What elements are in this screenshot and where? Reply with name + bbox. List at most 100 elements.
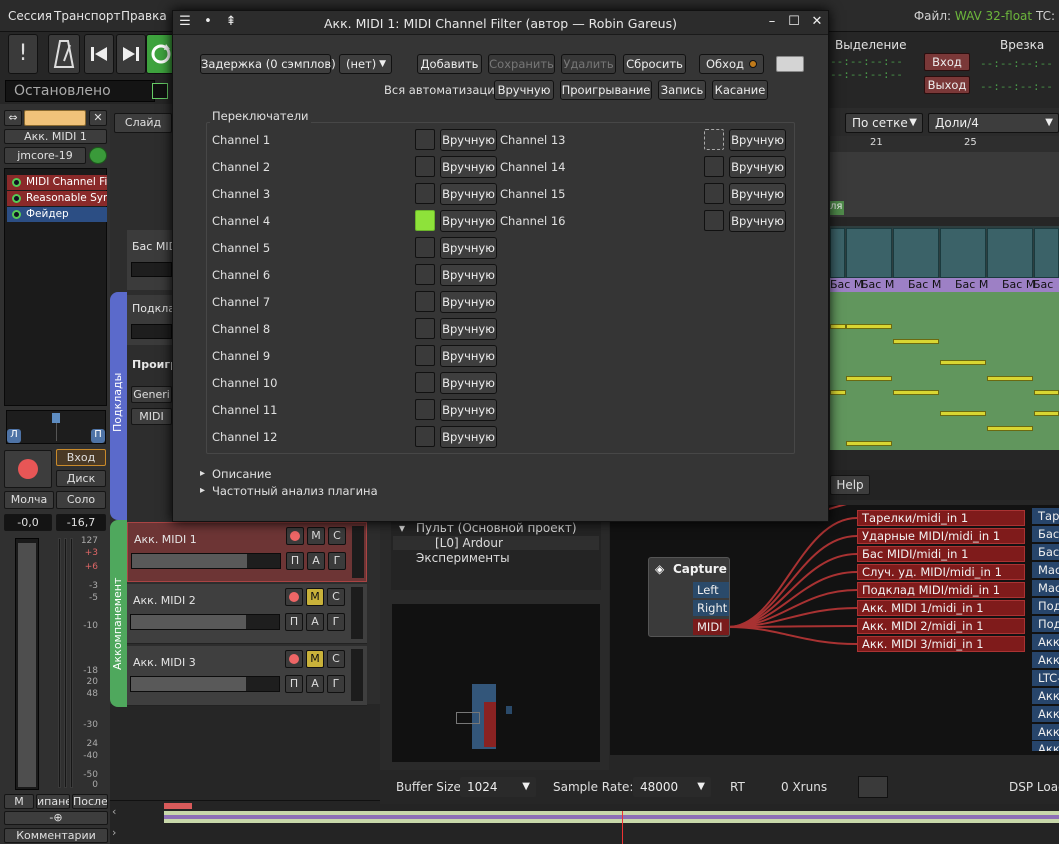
- pan-position-marker[interactable]: [52, 413, 60, 423]
- capture-node[interactable]: ◈ Capture Left Right MIDI: [648, 557, 730, 637]
- group-button[interactable]: Г: [327, 613, 345, 631]
- port-pads-midi-in[interactable]: Подклад MIDI/midi_in 1: [857, 582, 1025, 598]
- latency-button[interactable]: Задержка (0 сэмплов): [200, 54, 336, 74]
- channel-11-auto[interactable]: Вручную: [440, 399, 497, 421]
- overview-viewport[interactable]: [456, 712, 480, 724]
- port-akk-midi-3-in[interactable]: Акк. MIDI 3/midi_in 1: [857, 636, 1025, 652]
- gain-fader[interactable]: [15, 538, 39, 790]
- channel-9-toggle[interactable]: [415, 345, 435, 366]
- tree-root[interactable]: Пульт (Основной проект): [416, 521, 577, 535]
- group-tab-pads[interactable]: Подклады: [110, 292, 127, 520]
- width-toggle-button[interactable]: ⇔: [4, 110, 22, 126]
- preset-add-button[interactable]: Добавить: [417, 54, 482, 74]
- peak-display[interactable]: -16,7: [56, 514, 106, 531]
- strip-track-name[interactable]: Акк. MIDI 1: [4, 129, 107, 144]
- tree-experiments[interactable]: Эксперименты: [416, 551, 510, 565]
- preset-delete-button[interactable]: Удалить: [561, 54, 616, 74]
- goto-end-button[interactable]: [116, 34, 146, 74]
- menu-session[interactable]: Сессия: [8, 9, 52, 23]
- channel-12-auto[interactable]: Вручную: [440, 426, 497, 448]
- midi-note[interactable]: [846, 376, 892, 381]
- channel-8-auto[interactable]: Вручную: [440, 318, 497, 340]
- expander-arrow-icon[interactable]: ▸: [200, 468, 205, 479]
- channel-8-toggle[interactable]: [415, 318, 435, 339]
- buffer-size-select[interactable]: 1024 ▼: [460, 777, 536, 797]
- channel-2-auto[interactable]: Вручную: [440, 156, 497, 178]
- menu-edit[interactable]: Правка: [121, 9, 167, 23]
- goto-start-button[interactable]: [84, 34, 114, 74]
- channel-14-toggle[interactable]: [704, 156, 724, 177]
- status-led[interactable]: [152, 83, 168, 99]
- post-button[interactable]: После: [72, 794, 108, 809]
- audio-region[interactable]: [940, 228, 986, 278]
- group-button[interactable]: Г: [327, 675, 345, 693]
- punch-in-button[interactable]: Вход: [924, 53, 970, 71]
- mute-button[interactable]: M: [306, 588, 324, 606]
- rec-arm-button[interactable]: [285, 650, 303, 668]
- channel-3-toggle[interactable]: [415, 183, 435, 204]
- grid-type-select[interactable]: Доли/4 ▼: [928, 113, 1059, 133]
- track-fader[interactable]: [130, 676, 280, 692]
- playlist-button[interactable]: П: [285, 675, 303, 693]
- solo-button[interactable]: Соло: [56, 491, 106, 509]
- channel-1-toggle[interactable]: [415, 129, 435, 150]
- auto-manual-button[interactable]: Вручную: [494, 80, 554, 100]
- midi-note[interactable]: [830, 324, 846, 329]
- channel-5-auto[interactable]: Вручную: [440, 237, 497, 259]
- metronome-button[interactable]: [48, 34, 80, 74]
- channel-11-toggle[interactable]: [415, 399, 435, 420]
- preset-select[interactable]: (нет) ▼: [339, 54, 392, 74]
- channel-9-auto[interactable]: Вручную: [440, 345, 497, 367]
- channel-3-auto[interactable]: Вручную: [440, 183, 497, 205]
- track-header-akk-midi-3[interactable]: Акк. MIDI 3 M С П А Г: [127, 646, 367, 706]
- track-fader[interactable]: [130, 614, 280, 630]
- port-right-10[interactable]: Акк: [1032, 688, 1059, 704]
- channel-7-toggle[interactable]: [415, 291, 435, 312]
- midi-note[interactable]: [987, 376, 1033, 381]
- port-right-5[interactable]: Под: [1032, 598, 1059, 614]
- tree-child[interactable]: [L0] Ardour: [435, 536, 503, 550]
- graph-overview[interactable]: [392, 604, 600, 762]
- plugin-fader[interactable]: Фейдер: [7, 207, 107, 222]
- port-akk-midi-1-in[interactable]: Акк. MIDI 1/midi_in 1: [857, 600, 1025, 616]
- group-tab-accompaniment[interactable]: Аккомпанемент: [110, 520, 127, 707]
- channel-16-toggle[interactable]: [704, 210, 724, 231]
- preset-reset-button[interactable]: Сбросить: [623, 54, 686, 74]
- keyboard-focus-icon[interactable]: [776, 56, 804, 72]
- description-expander[interactable]: Описание: [212, 467, 271, 481]
- port-right-13[interactable]: Акк: [1032, 741, 1059, 751]
- auto-play-button[interactable]: Проигрывание: [560, 80, 652, 100]
- rec-arm-button[interactable]: [285, 588, 303, 606]
- maximize-icon[interactable]: ☐: [786, 14, 802, 30]
- channel-13-toggle[interactable]: [704, 129, 724, 150]
- port-right-7[interactable]: Акк: [1032, 634, 1059, 650]
- audio-region[interactable]: [1034, 228, 1059, 278]
- midi-region-label[interactable]: Бас М: [830, 278, 863, 291]
- channel-12-toggle[interactable]: [415, 426, 435, 447]
- midi-note[interactable]: [1034, 390, 1059, 395]
- group-button[interactable]: Г: [328, 552, 346, 570]
- piano-roll[interactable]: [830, 292, 1059, 450]
- midi-note[interactable]: [940, 360, 986, 365]
- bass-fader[interactable]: [131, 262, 172, 277]
- menu-transport[interactable]: Транспорт: [54, 9, 121, 23]
- midi-note[interactable]: [987, 426, 1033, 431]
- panner[interactable]: Л П: [6, 410, 106, 444]
- monitor-disk-button[interactable]: Диск: [56, 470, 106, 487]
- midi-region-label[interactable]: Бас М: [861, 278, 894, 291]
- phase-invert-button[interactable]: -⊕: [4, 811, 108, 825]
- channel-7-auto[interactable]: Вручную: [440, 291, 497, 313]
- port-right-6[interactable]: Под: [1032, 616, 1059, 632]
- capture-port-left[interactable]: Left: [693, 582, 729, 598]
- midi-region-label[interactable]: Бас М: [908, 278, 941, 291]
- mute-button[interactable]: M: [306, 650, 324, 668]
- input-monitor-icon[interactable]: [89, 147, 107, 164]
- mute-button[interactable]: M: [307, 527, 325, 545]
- loop-range-marker[interactable]: [164, 803, 192, 809]
- punch-out-button[interactable]: Выход: [924, 76, 970, 94]
- comments-button[interactable]: Комментарии: [4, 828, 108, 843]
- audio-region[interactable]: [846, 228, 892, 278]
- tree-expander-icon[interactable]: ▾: [399, 521, 405, 535]
- automation-button[interactable]: А: [307, 552, 325, 570]
- audio-region[interactable]: [830, 228, 845, 278]
